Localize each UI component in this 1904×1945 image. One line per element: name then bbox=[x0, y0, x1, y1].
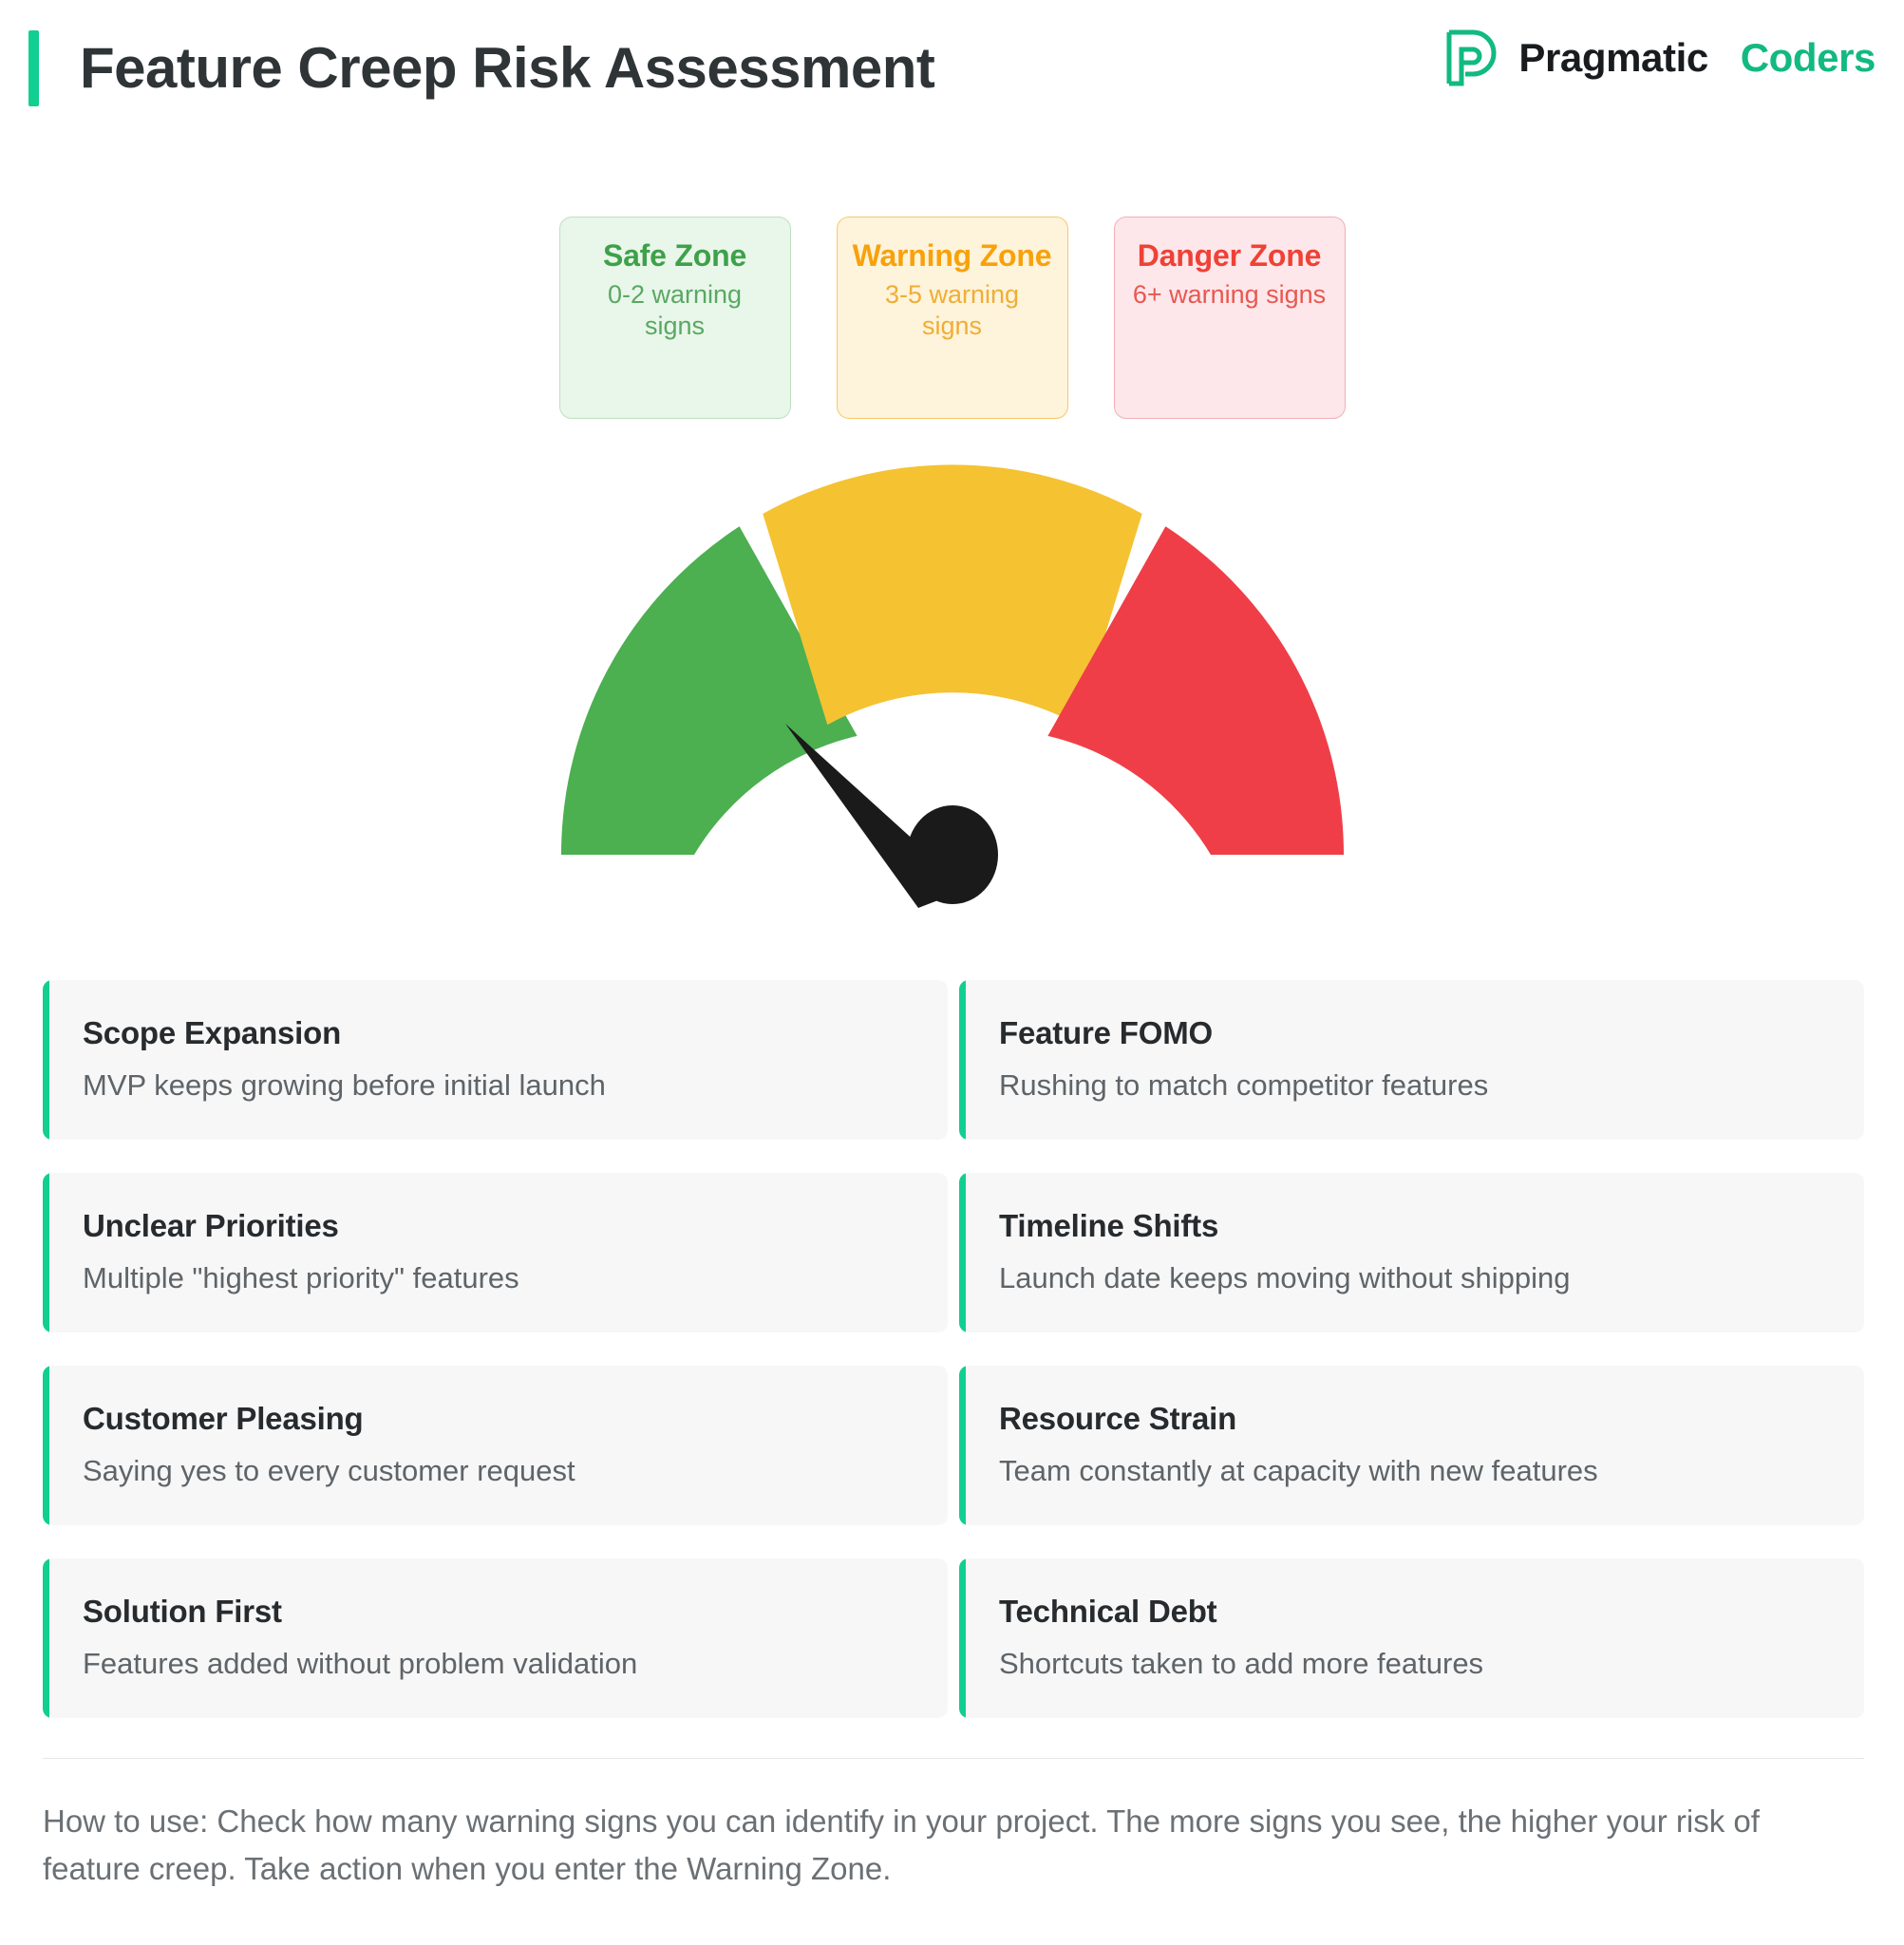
warning-sign-card: Customer Pleasing Saying yes to every cu… bbox=[43, 1366, 948, 1525]
warning-sign-description: Launch date keeps moving without shippin… bbox=[999, 1260, 1571, 1294]
zone-subtitle-danger: 6+ warning signs bbox=[1132, 279, 1327, 309]
brand-name-secondary: Coders bbox=[1740, 35, 1876, 80]
page-title: Feature Creep Risk Assessment bbox=[80, 36, 935, 100]
warning-sign-card: Feature FOMO Rushing to match competitor… bbox=[959, 980, 1864, 1140]
title-accent-bar bbox=[28, 30, 39, 106]
warning-sign-title: Unclear Priorities bbox=[83, 1208, 339, 1243]
warning-sign-description: MVP keeps growing before initial launch bbox=[83, 1067, 606, 1102]
warning-sign-title: Scope Expansion bbox=[83, 1015, 342, 1050]
gauge-needle-hub bbox=[906, 805, 998, 904]
header: Feature Creep Risk Assessment Pragmatic … bbox=[0, 0, 1904, 142]
zone-title-danger: Danger Zone bbox=[1137, 238, 1322, 273]
brand-logo: Pragmatic Coders bbox=[1444, 28, 1876, 87]
warning-sign-card: Solution First Features added without pr… bbox=[43, 1558, 948, 1718]
zone-card-safe: Safe Zone 0-2 warning signs bbox=[558, 217, 791, 419]
warning-sign-title: Technical Debt bbox=[999, 1594, 1217, 1629]
page-title-group: Feature Creep Risk Assessment bbox=[28, 30, 935, 106]
infographic-page: Feature Creep Risk Assessment Pragmatic … bbox=[0, 0, 1904, 1945]
footer-divider bbox=[43, 1758, 1864, 1759]
warning-sign-title: Timeline Shifts bbox=[999, 1208, 1219, 1243]
warning-sign-title: Resource Strain bbox=[999, 1401, 1237, 1436]
zone-subtitle-safe: 0-2 warning signs bbox=[607, 279, 743, 340]
warning-sign-description: Multiple "highest priority" features bbox=[83, 1260, 519, 1294]
zone-subtitle-warning: 3-5 warning signs bbox=[884, 279, 1020, 340]
warning-sign-card: Timeline Shifts Launch date keeps moving… bbox=[959, 1173, 1864, 1332]
warning-sign-title: Customer Pleasing bbox=[83, 1401, 364, 1436]
warning-sign-title: Feature FOMO bbox=[999, 1015, 1213, 1050]
zone-title-safe: Safe Zone bbox=[602, 238, 747, 273]
warning-sign-description: Saying yes to every customer request bbox=[83, 1453, 575, 1487]
zone-title-warning: Warning Zone bbox=[852, 238, 1052, 273]
warning-sign-description: Features added without problem validatio… bbox=[83, 1646, 638, 1680]
warning-sign-card: Scope Expansion MVP keeps growing before… bbox=[43, 980, 948, 1140]
warning-sign-description: Team constantly at capacity with new fea… bbox=[999, 1453, 1598, 1487]
warning-sign-card: Technical Debt Shortcuts taken to add mo… bbox=[959, 1558, 1864, 1718]
brand-name-primary: Pragmatic bbox=[1518, 35, 1708, 80]
pragmatic-coders-p-logo-icon bbox=[1446, 29, 1497, 86]
how-to-use-note: How to use: Check how many warning signs… bbox=[43, 1803, 1760, 1887]
warning-sign-description: Shortcuts taken to add more features bbox=[999, 1646, 1484, 1680]
zone-legend: Safe Zone 0-2 warning signs Warning Zone… bbox=[0, 217, 1904, 419]
brand-logo-text: Pragmatic Coders bbox=[1518, 38, 1876, 78]
warning-sign-title: Solution First bbox=[83, 1594, 282, 1629]
warning-sign-card: Unclear Priorities Multiple "highest pri… bbox=[43, 1173, 948, 1332]
risk-gauge-svg bbox=[560, 464, 1344, 908]
risk-gauge bbox=[0, 446, 1904, 921]
warning-signs-grid: Scope Expansion MVP keeps growing before… bbox=[43, 980, 1864, 1718]
warning-sign-description: Rushing to match competitor features bbox=[999, 1067, 1489, 1102]
zone-card-danger: Danger Zone 6+ warning signs bbox=[1113, 217, 1346, 419]
warning-sign-card: Resource Strain Team constantly at capac… bbox=[959, 1366, 1864, 1525]
zone-card-warning: Warning Zone 3-5 warning signs bbox=[836, 217, 1068, 419]
